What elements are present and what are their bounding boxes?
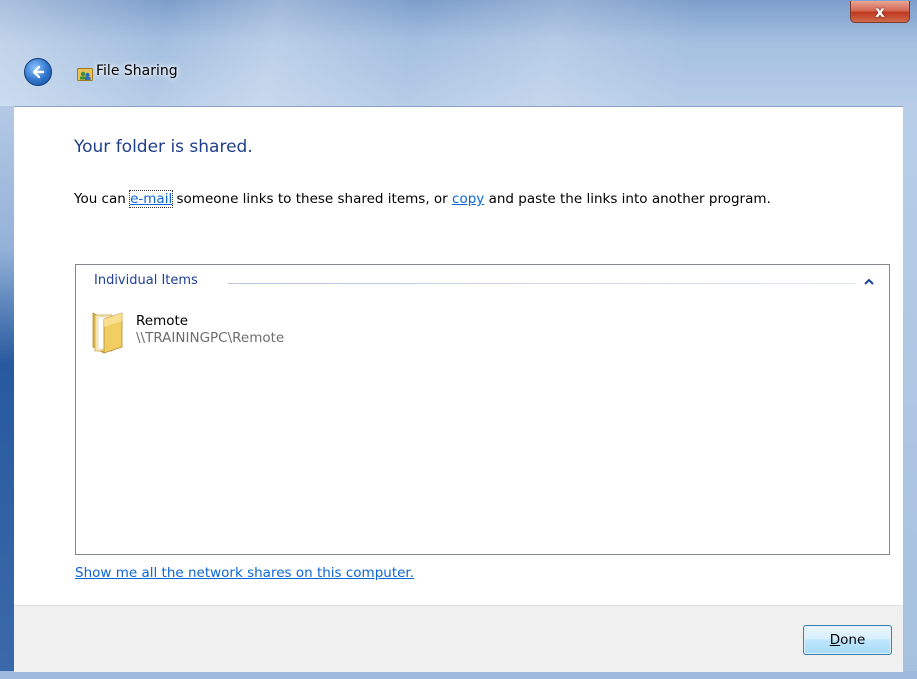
network-shares-link[interactable]: Show me all the network shares on this c… bbox=[75, 565, 414, 581]
email-link[interactable]: e-mail bbox=[129, 190, 174, 208]
instruction-middle: someone links to these shared items, or bbox=[176, 191, 448, 207]
done-accesskey: D bbox=[829, 632, 841, 648]
item-path: \\TRAININGPC\Remote bbox=[136, 330, 285, 346]
file-sharing-window: x File Sharing Your folder is shared. Yo… bbox=[0, 0, 917, 679]
collapse-group-button[interactable] bbox=[862, 275, 876, 287]
item-name: Remote bbox=[136, 313, 189, 329]
back-arrow-icon bbox=[32, 65, 45, 79]
instruction-text: You can e-mail someone links to these sh… bbox=[74, 190, 771, 208]
window-title: File Sharing bbox=[96, 63, 178, 79]
instruction-prefix: You can bbox=[74, 191, 126, 207]
done-label: one bbox=[840, 632, 866, 648]
window-border-left bbox=[0, 106, 14, 679]
group-divider bbox=[228, 283, 856, 284]
close-button[interactable]: x bbox=[850, 1, 910, 23]
content-area: Your folder is shared. You can e-mail so… bbox=[14, 106, 903, 606]
file-sharing-app-icon bbox=[77, 68, 93, 81]
copy-link[interactable]: copy bbox=[452, 191, 484, 207]
list-item[interactable]: Remote \\TRAININGPC\Remote bbox=[90, 309, 390, 359]
folder-icon bbox=[92, 312, 123, 354]
footer-bar: Done bbox=[14, 605, 903, 672]
close-icon: x bbox=[875, 2, 885, 21]
instruction-suffix: and paste the links into another program… bbox=[488, 191, 771, 207]
shared-items-list[interactable]: Individual Items Remote \\TRAININGPC\Rem… bbox=[75, 264, 890, 555]
window-border-right bbox=[903, 106, 917, 679]
title-bar bbox=[0, 0, 917, 106]
done-button[interactable]: Done bbox=[803, 625, 892, 655]
back-button[interactable] bbox=[24, 58, 52, 86]
chevron-up-icon bbox=[864, 278, 874, 285]
page-title: Your folder is shared. bbox=[74, 137, 253, 157]
group-header-individual-items[interactable]: Individual Items bbox=[94, 273, 198, 288]
window-border-bottom bbox=[0, 671, 917, 679]
